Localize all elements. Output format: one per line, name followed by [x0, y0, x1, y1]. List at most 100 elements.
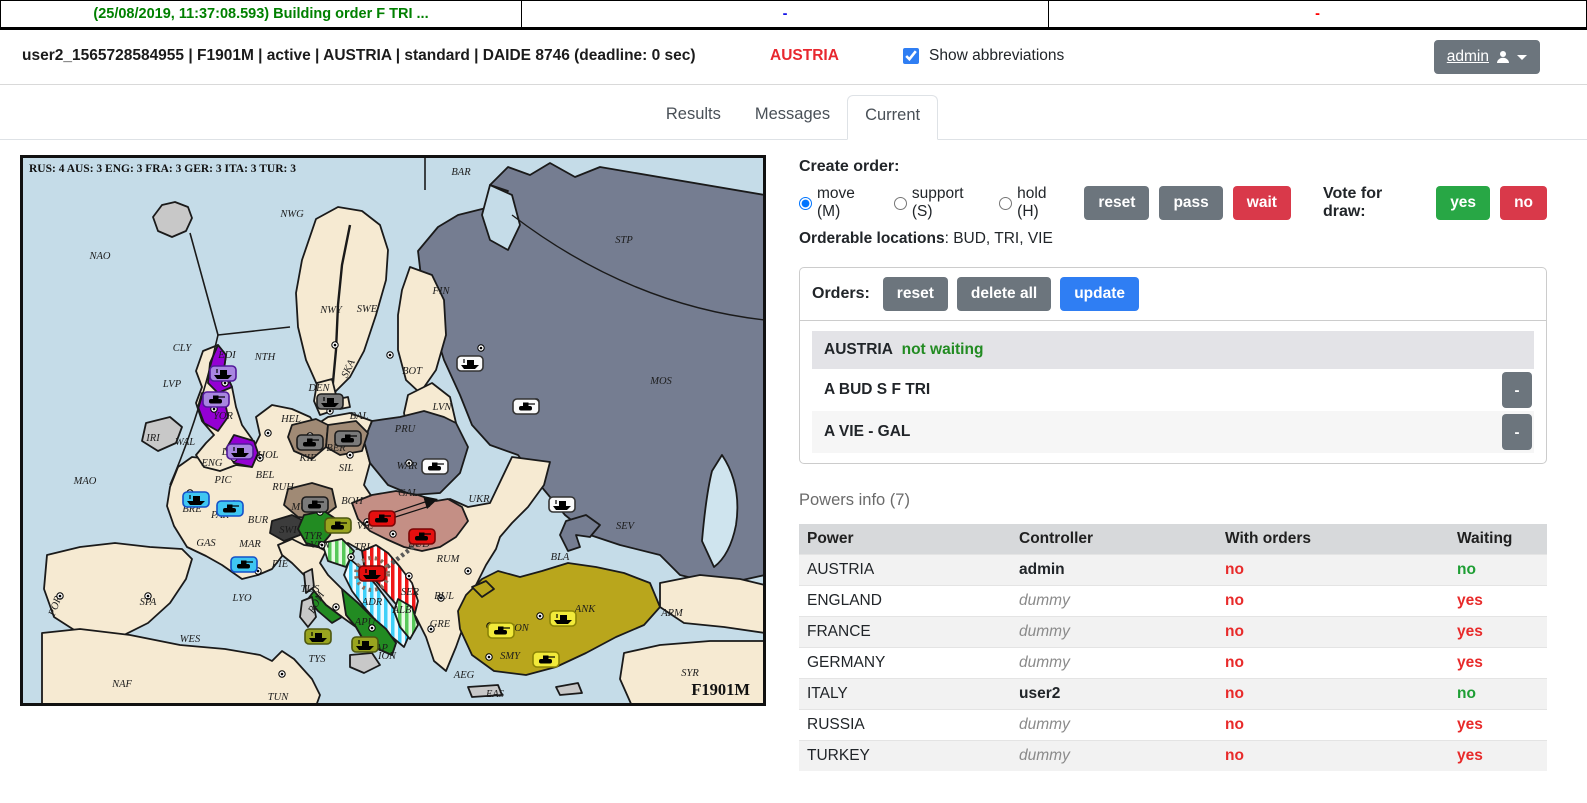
- powers-table-cell: GERMANY: [799, 648, 1011, 679]
- radio-support[interactable]: support (S): [894, 185, 982, 221]
- powers-table-row: TURKEYdummynoyes: [799, 741, 1547, 772]
- powers-table-cell: no: [1217, 741, 1449, 772]
- unit-fra-army[interactable]: [231, 557, 257, 572]
- svg-text:ARM: ARM: [660, 608, 684, 619]
- show-abbreviations-checkbox[interactable]: [903, 48, 919, 64]
- svg-text:BEL: BEL: [256, 470, 275, 481]
- remove-order-button[interactable]: -: [1502, 414, 1532, 450]
- unit-ita-fleet[interactable]: [305, 629, 331, 644]
- svg-text:IRI: IRI: [145, 433, 160, 444]
- powers-table-cell: TURKEY: [799, 741, 1011, 772]
- vote-yes-button[interactable]: yes: [1436, 186, 1490, 220]
- svg-text:TUN: TUN: [268, 692, 289, 703]
- unit-aus-army[interactable]: [369, 511, 395, 526]
- unit-rus-army[interactable]: [513, 399, 539, 414]
- tab-results[interactable]: Results: [649, 95, 738, 139]
- svg-text:PRU: PRU: [394, 424, 417, 435]
- unit-eng-fleet[interactable]: [227, 444, 253, 459]
- log-cell-mid: -: [521, 0, 1048, 28]
- remove-order-button[interactable]: -: [1502, 372, 1532, 408]
- svg-text:FIN: FIN: [432, 286, 451, 297]
- radio-hold[interactable]: hold (H): [999, 185, 1067, 221]
- svg-text:SYR: SYR: [681, 668, 699, 679]
- svg-text:TRI: TRI: [354, 542, 370, 553]
- svg-text:AEG: AEG: [453, 670, 475, 681]
- unit-aus-army[interactable]: [409, 529, 435, 544]
- svg-text:WAR: WAR: [397, 461, 418, 472]
- powers-table-cell: dummy: [1011, 586, 1217, 617]
- svg-text:STP: STP: [615, 235, 633, 246]
- header: user2_1565728584955 | F1901M | active | …: [0, 30, 1587, 85]
- svg-text:SIL: SIL: [339, 463, 354, 474]
- powers-table-cell: AUSTRIA: [799, 555, 1011, 586]
- svg-text:RUH: RUH: [271, 482, 295, 493]
- unit-aus-fleet[interactable]: [359, 566, 385, 581]
- unit-rus-army[interactable]: [422, 459, 448, 474]
- unit-fra-army[interactable]: [217, 501, 243, 516]
- svg-text:ALB: ALB: [392, 605, 412, 616]
- unit-ger-army[interactable]: [335, 431, 361, 446]
- powers-info-title: Powers info (7): [799, 491, 1547, 510]
- order-panel: Create order: move (M) support (S) hold …: [799, 155, 1547, 771]
- powers-table-cell: dummy: [1011, 741, 1217, 772]
- powers-table-cell: dummy: [1011, 648, 1217, 679]
- pass-button[interactable]: pass: [1159, 186, 1222, 220]
- reset-button[interactable]: reset: [1084, 186, 1149, 220]
- svg-text:APU: APU: [354, 617, 377, 628]
- unit-ger-fleet[interactable]: [317, 394, 343, 409]
- diplomacy-map[interactable]: NAONWGBARSTPFINNWYSWEBOTNTHMOSLVNPRUSKAH…: [20, 155, 766, 706]
- orders-update-button[interactable]: update: [1060, 277, 1139, 311]
- svg-text:EDI: EDI: [217, 350, 236, 361]
- current-power-label: AUSTRIA: [770, 47, 839, 65]
- tab-current[interactable]: Current: [847, 95, 938, 140]
- radio-move-input[interactable]: [799, 197, 812, 210]
- tab-bar: Results Messages Current: [0, 95, 1587, 140]
- vote-no-button[interactable]: no: [1500, 186, 1547, 220]
- create-order-title: Create order:: [799, 158, 1547, 176]
- chevron-down-icon: [1517, 55, 1527, 60]
- unit-ita-fleet[interactable]: [352, 637, 378, 652]
- power-status-value: not waiting: [902, 341, 984, 358]
- wait-button[interactable]: wait: [1233, 186, 1291, 220]
- radio-move[interactable]: move (M): [799, 185, 877, 221]
- orders-reset-button[interactable]: reset: [883, 277, 948, 311]
- unit-ita-army[interactable]: [325, 518, 351, 533]
- tab-messages[interactable]: Messages: [738, 95, 847, 139]
- unit-ger-army[interactable]: [297, 435, 323, 450]
- unit-eng-fleet[interactable]: [210, 366, 236, 381]
- orders-body: AUSTRIA not waiting A BUD S F TRI-A VIE …: [800, 321, 1546, 463]
- orders-delete-all-button[interactable]: delete all: [957, 277, 1051, 311]
- orderable-locations-value: : BUD, TRI, VIE: [945, 230, 1053, 247]
- svg-text:ENG: ENG: [201, 458, 223, 469]
- svg-text:SPA: SPA: [140, 597, 157, 608]
- radio-support-input[interactable]: [894, 197, 907, 210]
- svg-text:BOT: BOT: [402, 366, 423, 377]
- svg-text:GAS: GAS: [196, 538, 216, 549]
- powers-table-cell: admin: [1011, 555, 1217, 586]
- svg-text:NAF: NAF: [111, 679, 132, 690]
- log-cell-right: -: [1048, 0, 1587, 28]
- svg-text:BUL: BUL: [434, 591, 454, 602]
- unit-eng-army[interactable]: [203, 392, 229, 407]
- powers-table-cell: no: [1217, 710, 1449, 741]
- unit-rus-fleet[interactable]: [457, 356, 483, 371]
- game-info: user2_1565728584955 | F1901M | active | …: [22, 47, 696, 65]
- orders-title: Orders:: [812, 285, 870, 303]
- svg-text:HOL: HOL: [256, 450, 278, 461]
- powers-table-cell: ENGLAND: [799, 586, 1011, 617]
- show-abbreviations-label: Show abbreviations: [929, 47, 1064, 65]
- svg-text:SEV: SEV: [616, 521, 636, 532]
- unit-ger-army[interactable]: [302, 497, 328, 512]
- order-type-row: move (M) support (S) hold (H) reset pass…: [799, 184, 1547, 222]
- svg-text:SER: SER: [401, 587, 420, 598]
- svg-text:YOR: YOR: [213, 411, 233, 422]
- svg-text:DEN: DEN: [308, 383, 331, 394]
- radio-hold-input[interactable]: [999, 197, 1012, 210]
- unit-fra-fleet[interactable]: [183, 492, 209, 507]
- admin-menu-button[interactable]: admin: [1434, 40, 1540, 74]
- unit-tur-army[interactable]: [533, 652, 559, 667]
- unit-rus-fleet[interactable]: [549, 497, 575, 512]
- show-abbreviations-toggle[interactable]: Show abbreviations: [899, 45, 1064, 67]
- unit-tur-army[interactable]: [488, 623, 514, 638]
- unit-tur-fleet[interactable]: [550, 611, 576, 626]
